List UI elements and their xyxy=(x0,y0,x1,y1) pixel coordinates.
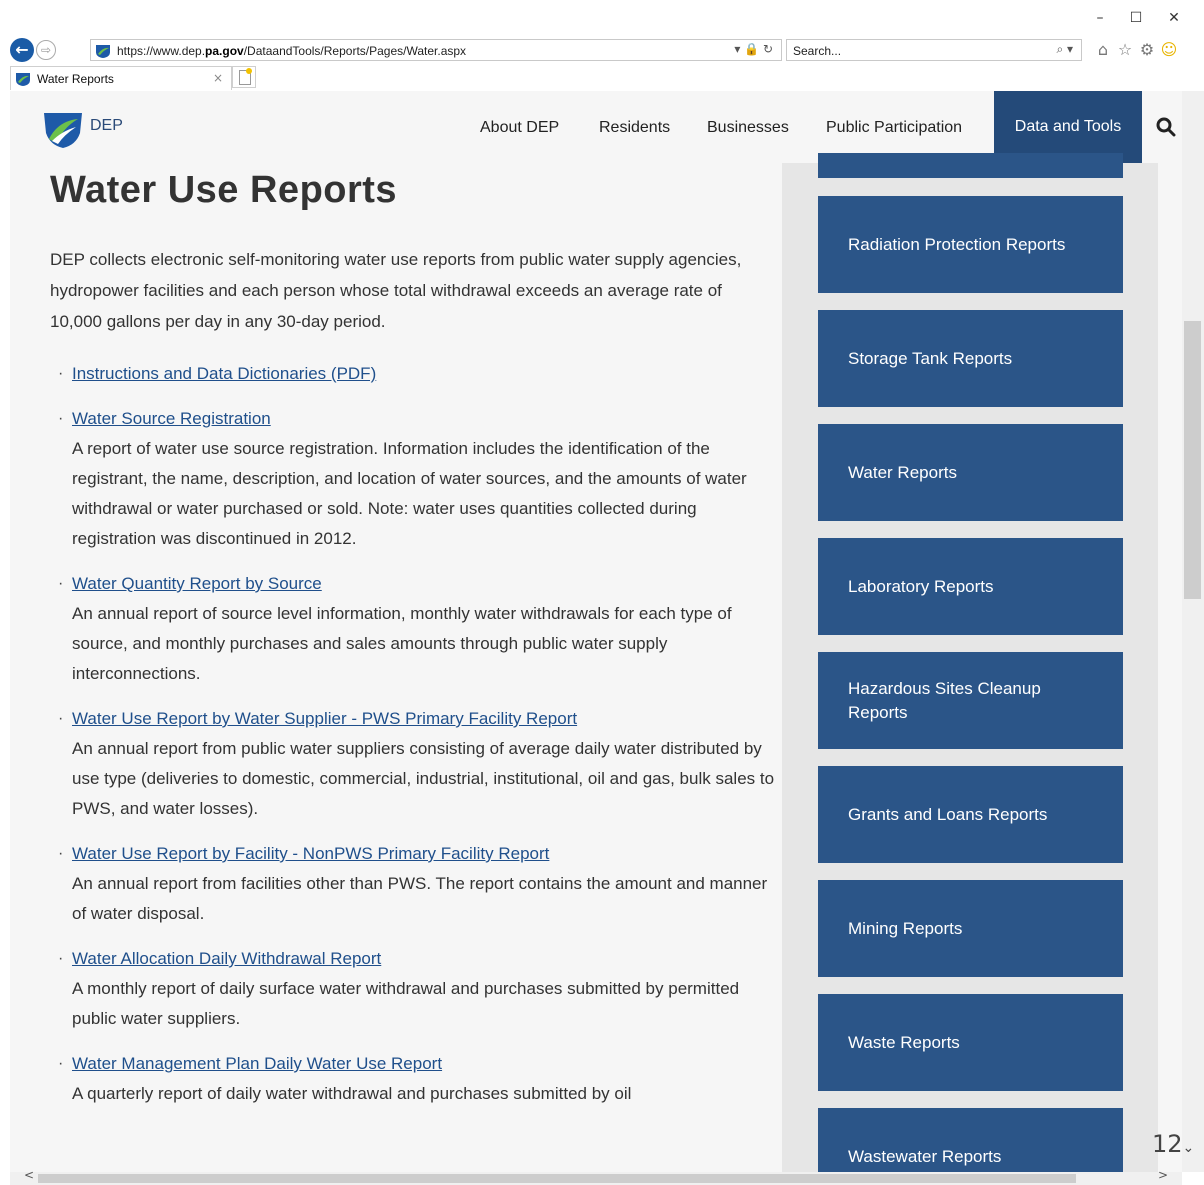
scroll-right-arrow-icon[interactable]: > xyxy=(1158,1168,1168,1182)
nav-about-dep[interactable]: About DEP xyxy=(480,119,559,137)
back-button[interactable]: ← xyxy=(10,38,34,62)
window-titlebar: – ☐ ✕ xyxy=(0,0,1204,36)
tab-favicon-icon xyxy=(15,71,31,92)
close-window-button[interactable]: ✕ xyxy=(1160,6,1188,30)
report-description: An annual report from public water suppl… xyxy=(72,739,775,818)
site-search-icon[interactable] xyxy=(1156,117,1176,142)
report-link[interactable]: Water Management Plan Daily Water Use Re… xyxy=(72,1054,442,1073)
report-link[interactable]: Water Quantity Report by Source xyxy=(72,574,322,593)
sidebar-item-water[interactable]: Water Reports xyxy=(818,424,1123,521)
bullet: · xyxy=(58,950,64,967)
horizontal-scroll-thumb[interactable] xyxy=(38,1174,1076,1183)
search-icon[interactable]: ⌕ ▾ xyxy=(1056,42,1073,57)
page-viewport: DEP About DEP Residents Businesses Publi… xyxy=(10,91,1182,1172)
settings-gear-icon[interactable]: ⚙ xyxy=(1136,40,1158,59)
sidebar: Radiation Protection Reports Storage Tan… xyxy=(782,153,1158,1172)
pa-keystone-logo-icon[interactable] xyxy=(42,111,84,154)
report-list: · Instructions and Data Dictionaries (PD… xyxy=(58,359,778,1124)
nav-residents[interactable]: Residents xyxy=(599,119,670,137)
sidebar-item-laboratory[interactable]: Laboratory Reports xyxy=(818,538,1123,635)
tab-water-reports[interactable]: Water Reports × xyxy=(10,66,232,90)
close-tab-icon[interactable]: × xyxy=(213,71,223,85)
nav-businesses[interactable]: Businesses xyxy=(707,119,789,137)
feedback-smiley-icon[interactable]: ☺ xyxy=(1158,40,1180,59)
sidebar-item-hazardous-sites[interactable]: Hazardous Sites Cleanup Reports xyxy=(818,652,1123,749)
report-description: A quarterly report of daily water withdr… xyxy=(72,1084,632,1103)
list-item: · Water Quantity Report by Source An ann… xyxy=(58,569,778,689)
intro-paragraph: DEP collects electronic self-monitoring … xyxy=(50,250,742,331)
address-bar[interactable]: https://www.dep.pa.gov/DataandTools/Repo… xyxy=(90,39,782,61)
home-icon[interactable]: ⌂ xyxy=(1092,40,1114,59)
bullet: · xyxy=(58,365,64,382)
list-item: · Instructions and Data Dictionaries (PD… xyxy=(58,359,778,389)
report-description: A monthly report of daily surface water … xyxy=(72,979,740,1028)
report-description: A report of water use source registratio… xyxy=(72,439,747,548)
horizontal-scrollbar[interactable]: < > xyxy=(10,1168,1182,1185)
browser-toolbar-icons: ⌂ ☆ ⚙ ☺ xyxy=(1092,40,1202,59)
bullet: · xyxy=(58,575,64,592)
sidebar-item-storage-tank[interactable]: Storage Tank Reports xyxy=(818,310,1123,407)
report-link[interactable]: Water Use Report by Facility - NonPWS Pr… xyxy=(72,844,549,863)
zoom-value: 12 xyxy=(1152,1130,1183,1158)
new-tab-button[interactable] xyxy=(232,66,256,88)
report-link[interactable]: Instructions and Data Dictionaries (PDF) xyxy=(72,364,376,383)
sidebar-item-wastewater[interactable]: Wastewater Reports xyxy=(818,1108,1123,1172)
report-link[interactable]: Water Use Report by Water Supplier - PWS… xyxy=(72,709,577,728)
sidebar-item-grants-loans[interactable]: Grants and Loans Reports xyxy=(818,766,1123,863)
report-description: An annual report of source level informa… xyxy=(72,604,732,683)
bullet: · xyxy=(58,1055,64,1072)
browser-navbar: ← ⇨ https://www.dep.pa.gov/DataandTools/… xyxy=(0,36,1204,66)
address-url: https://www.dep.pa.gov/DataandTools/Repo… xyxy=(117,44,467,58)
tab-title: Water Reports xyxy=(37,72,114,86)
list-item: · Water Allocation Daily Withdrawal Repo… xyxy=(58,944,778,1034)
chevron-down-icon: ⌄ xyxy=(1182,1140,1195,1156)
browser-tabbar: Water Reports × xyxy=(0,66,1204,90)
maximize-button[interactable]: ☐ xyxy=(1122,6,1150,30)
sidebar-item-waste[interactable]: Waste Reports xyxy=(818,994,1123,1091)
minimize-button[interactable]: – xyxy=(1086,6,1114,30)
bullet: · xyxy=(58,710,64,727)
bullet: · xyxy=(58,410,64,427)
list-item: · Water Management Plan Daily Water Use … xyxy=(58,1049,778,1109)
site-favicon-icon xyxy=(95,43,111,64)
sidebar-item-mining[interactable]: Mining Reports xyxy=(818,880,1123,977)
report-description: An annual report from facilities other t… xyxy=(72,874,768,923)
sidebar-item-radiation-protection[interactable]: Radiation Protection Reports xyxy=(818,196,1123,293)
list-item: · Water Use Report by Water Supplier - P… xyxy=(58,704,778,824)
list-item: · Water Use Report by Facility - NonPWS … xyxy=(58,839,778,929)
favorites-star-icon[interactable]: ☆ xyxy=(1114,40,1136,59)
search-placeholder: Search... xyxy=(793,44,842,58)
scroll-left-arrow-icon[interactable]: < xyxy=(24,1168,34,1182)
report-link[interactable]: Water Source Registration xyxy=(72,409,271,428)
vertical-scroll-thumb[interactable] xyxy=(1184,321,1201,599)
report-link[interactable]: Water Allocation Daily Withdrawal Report xyxy=(72,949,381,968)
sidebar-tile-partial[interactable] xyxy=(818,153,1123,178)
forward-button[interactable]: ⇨ xyxy=(36,40,56,60)
browser-search-input[interactable]: Search... ⌕ ▾ xyxy=(786,39,1082,61)
page-title: Water Use Reports xyxy=(50,169,398,211)
refresh-icon[interactable]: ▾ 🔒 ↻ xyxy=(734,42,773,56)
logo-text[interactable]: DEP xyxy=(90,117,123,135)
list-item: · Water Source Registration A report of … xyxy=(58,404,778,554)
nav-public-participation[interactable]: Public Participation xyxy=(826,119,962,137)
bullet: · xyxy=(58,845,64,862)
vertical-scrollbar[interactable] xyxy=(1182,91,1204,1172)
zoom-indicator[interactable]: 12⌄ xyxy=(1152,1130,1194,1158)
